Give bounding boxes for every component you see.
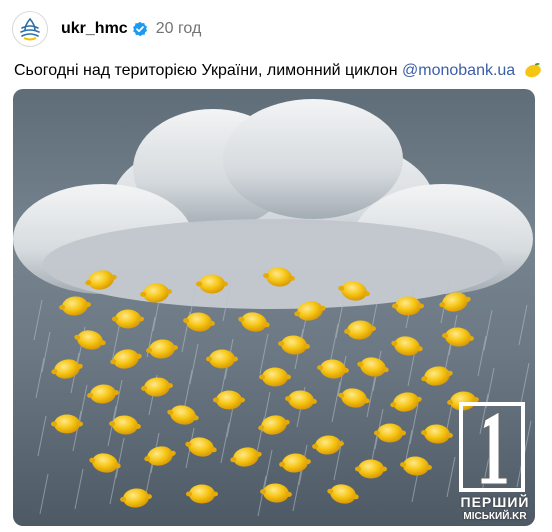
watermark-line-2: МІСЬКИЙ.KR	[463, 511, 527, 522]
rain-streak	[74, 468, 84, 510]
rain-streak	[477, 335, 487, 377]
lemon-icon	[374, 423, 406, 443]
lemon-icon	[278, 335, 310, 355]
lemon-icon	[391, 336, 423, 356]
rain-streak	[189, 343, 199, 385]
lemon-icon	[344, 320, 376, 340]
username[interactable]: ukr_hmc	[61, 20, 128, 38]
lemon-icon	[120, 488, 152, 508]
lemon-icon	[327, 484, 359, 504]
rain-streak	[366, 376, 376, 418]
verified-badge-icon	[132, 21, 148, 37]
lemon-icon	[390, 392, 422, 412]
lemon-icon	[186, 484, 218, 504]
lemon-icon	[51, 359, 83, 379]
rain-streak	[37, 415, 47, 457]
rain-streak	[292, 470, 302, 512]
lemon-icon	[357, 357, 389, 377]
lemon-icon	[285, 390, 317, 410]
lemon-icon	[87, 384, 119, 404]
rain-streak	[220, 422, 230, 464]
lemon-icon	[213, 390, 245, 410]
lemon-icon	[183, 312, 215, 332]
lemon-icon	[51, 414, 83, 434]
rain-streak	[483, 309, 493, 351]
post-header: ukr_hmc 20 год	[12, 10, 201, 48]
rain-streak	[446, 456, 456, 498]
rain-streak	[78, 384, 88, 426]
lemon-icon	[110, 349, 142, 369]
rain-streak	[331, 381, 341, 423]
post-image[interactable]: ПЕРШИЙ МІСЬКИЙ.KR	[13, 89, 535, 526]
rain-streak	[113, 379, 123, 421]
lemon-icon	[400, 456, 432, 476]
watermark-line-1: ПЕРШИЙ	[460, 494, 530, 510]
rain-streak	[329, 323, 339, 365]
lemon-icon	[259, 367, 291, 387]
lemon-icon	[74, 330, 106, 350]
rain-streak	[183, 369, 193, 411]
rain-streak	[259, 333, 269, 375]
lemon-emoji-icon	[524, 62, 542, 83]
lemon-icon	[109, 415, 141, 435]
lemon-icon	[421, 424, 453, 444]
lemon-icon	[442, 327, 474, 347]
lemon-icon	[206, 349, 238, 369]
post-time[interactable]: 20 год	[156, 20, 202, 38]
lemon-icon	[355, 459, 387, 479]
caption-mention[interactable]: @monobank.ua	[402, 62, 515, 79]
lemon-icon	[338, 388, 370, 408]
lemon-icon	[421, 366, 453, 386]
hydromet-logo-icon	[20, 18, 40, 41]
lemon-icon	[238, 312, 270, 332]
lemon-icon	[258, 415, 290, 435]
rain-streak	[33, 299, 43, 341]
rain-streak	[263, 449, 273, 491]
rain-streak	[39, 473, 49, 515]
lemon-icon	[144, 446, 176, 466]
lemon-icon	[279, 453, 311, 473]
rain-streak	[520, 362, 530, 404]
rain-streak	[115, 437, 125, 479]
lemon-icon	[112, 309, 144, 329]
watermark-logo: ПЕРШИЙ МІСЬКИЙ.KR	[455, 398, 535, 526]
lemon-icon	[167, 405, 199, 425]
rain-streak	[41, 331, 51, 373]
caption-text: Сьогодні над територією України, лимонни…	[14, 62, 398, 79]
lemon-icon	[141, 377, 173, 397]
rain-streak	[518, 304, 528, 346]
lemon-icon	[59, 296, 91, 316]
rain-streak	[35, 357, 45, 399]
post-caption: Сьогодні над територією України, лимонни…	[14, 62, 542, 83]
avatar[interactable]	[12, 11, 48, 47]
